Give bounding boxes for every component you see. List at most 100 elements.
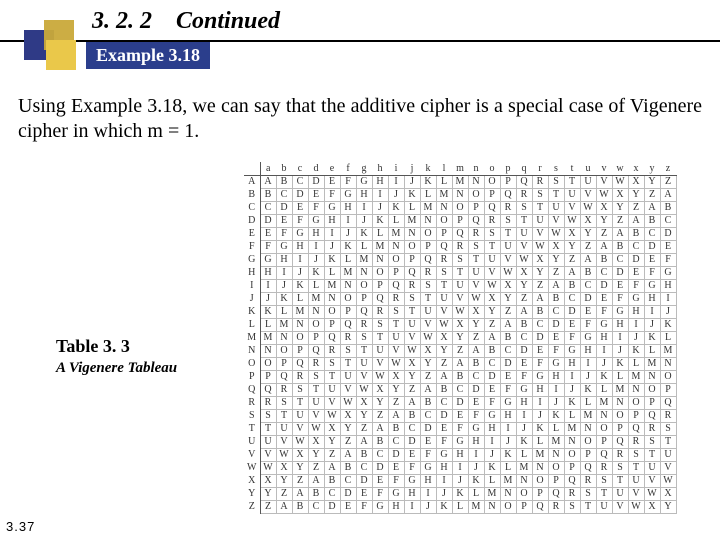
cell: G [500,396,516,409]
logo-squares-icon [24,20,74,70]
cell: B [340,461,356,474]
col-header: j [404,162,420,175]
cell: X [404,357,420,370]
cell: S [452,253,468,266]
cell: S [628,448,644,461]
cell: H [372,175,388,188]
cell: I [468,448,484,461]
cell: A [516,305,532,318]
cell: J [436,487,452,500]
cell: A [372,422,388,435]
cell: Y [356,409,372,422]
cell: L [308,279,324,292]
cell: X [356,396,372,409]
cell: T [532,201,548,214]
cell: S [644,435,660,448]
col-header: x [628,162,644,175]
cell: X [372,383,388,396]
cell: I [612,331,628,344]
cell: I [596,344,612,357]
cell: W [484,279,500,292]
cell: N [564,435,580,448]
cell: S [388,305,404,318]
cell: D [484,370,500,383]
cell: Z [660,175,676,188]
cell: T [484,240,500,253]
cell: M [420,201,436,214]
cell: T [436,279,452,292]
cell: Y [276,474,292,487]
cell: Y [260,487,276,500]
cell: Q [628,422,644,435]
cell: Q [532,500,548,513]
row-header: J [244,292,260,305]
cell: I [308,240,324,253]
cell: X [436,331,452,344]
cell: P [420,240,436,253]
cell: M [404,214,420,227]
cell: O [324,305,340,318]
cell: C [628,240,644,253]
cell: F [468,409,484,422]
cell: I [452,461,468,474]
cell: X [516,266,532,279]
cell: M [580,409,596,422]
section-title: 3. 2. 2 Continued [92,8,280,35]
cell: Q [612,435,628,448]
cell: Z [276,487,292,500]
cell: R [388,292,404,305]
cell: W [596,188,612,201]
cell: X [564,227,580,240]
cell: Q [644,409,660,422]
cell: Q [292,357,308,370]
cell: E [612,279,628,292]
cell: F [580,318,596,331]
cell: V [308,409,324,422]
cell: A [532,292,548,305]
cell: B [436,383,452,396]
cell: U [308,396,324,409]
cell: N [580,422,596,435]
cell: O [340,292,356,305]
cell: D [628,253,644,266]
cell: H [484,422,500,435]
cell: O [580,435,596,448]
cell: W [420,331,436,344]
cell: G [532,370,548,383]
col-header: f [340,162,356,175]
cell: D [644,240,660,253]
cell: E [372,474,388,487]
cell: X [628,175,644,188]
cell: G [596,318,612,331]
cell: U [516,227,532,240]
cell: M [468,500,484,513]
cell: B [468,357,484,370]
cell: F [372,487,388,500]
cell: E [388,461,404,474]
cell: K [564,396,580,409]
cell: H [532,383,548,396]
cell: A [324,461,340,474]
cell: Q [308,344,324,357]
vigenere-tableau: abcdefghijklmnopqrstuvwxyzAABCDEFGHIJKLM… [244,162,676,526]
cell: V [516,240,532,253]
table-caption: A Vigenere Tableau [56,360,177,377]
cell: F [324,188,340,201]
cell: H [404,487,420,500]
cell: B [660,201,676,214]
cell: X [452,318,468,331]
cell: X [292,448,308,461]
cell: K [388,201,404,214]
cell: K [356,227,372,240]
cell: U [260,435,276,448]
cell: A [292,487,308,500]
cell: C [644,227,660,240]
cell: F [452,422,468,435]
cell: M [436,188,452,201]
cell: K [276,292,292,305]
cell: X [548,240,564,253]
cell: W [612,175,628,188]
cell: N [596,409,612,422]
cell: A [612,227,628,240]
cell: I [500,422,516,435]
